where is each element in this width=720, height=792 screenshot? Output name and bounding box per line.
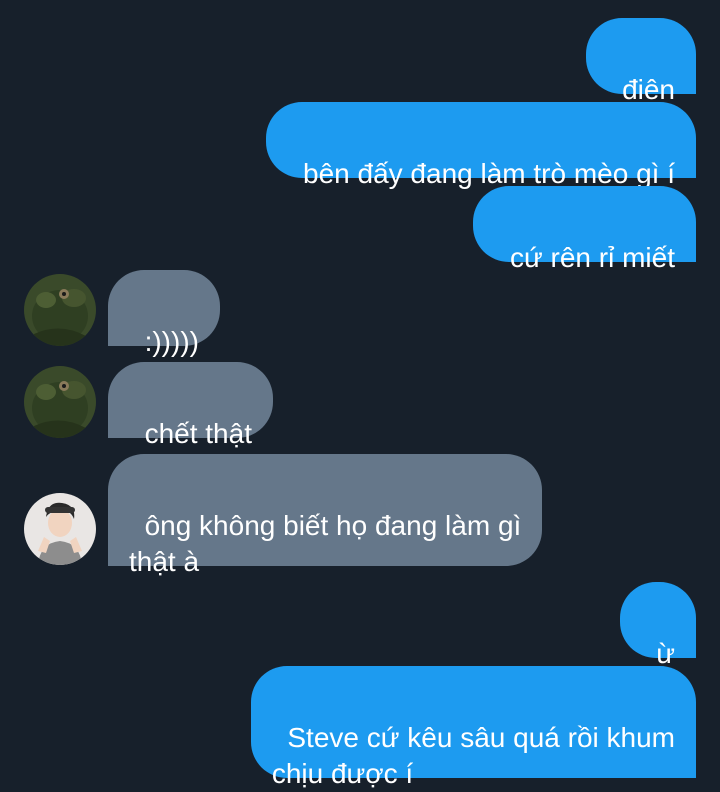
green-creature-avatar[interactable] [24, 274, 96, 346]
outgoing-message-bubble[interactable]: Steve cứ kêu sâu quá rồi khum chịu được … [250, 666, 696, 789]
message-text: :))))) [144, 326, 199, 357]
message-text: ông không biết họ đang làm gì thật à [129, 510, 522, 577]
message-text: chết thật [144, 418, 252, 449]
person-avatar-image [24, 493, 96, 565]
message-text: ừ [656, 638, 675, 669]
incoming-message-bubble[interactable]: chết thật [108, 362, 273, 449]
outgoing-message-bubble[interactable]: ừ [619, 582, 696, 669]
outgoing-message-bubble[interactable]: bên đấy đang làm trò mèo gì í [266, 102, 696, 189]
message-text: điên [622, 74, 675, 105]
green-creature-avatar[interactable] [24, 366, 96, 438]
chat-conversation: { "messages": [ {"sender": "me", "text":… [0, 0, 720, 789]
message-text: bên đấy đang làm trò mèo gì í [303, 158, 675, 189]
incoming-message-bubble[interactable]: :))))) [108, 270, 220, 357]
message-text: cứ rên rỉ miết [510, 242, 675, 273]
incoming-message-bubble[interactable]: ông không biết họ đang làm gì thật à [108, 454, 543, 577]
green-creature-avatar-image [24, 366, 96, 438]
person-avatar[interactable] [24, 493, 96, 565]
message-text: Steve cứ kêu sâu quá rồi khum chịu được … [271, 722, 675, 789]
green-creature-avatar-image [24, 274, 96, 346]
outgoing-message-bubble[interactable]: cứ rên rỉ miết [473, 186, 696, 273]
outgoing-message-bubble[interactable]: điên [585, 18, 696, 105]
